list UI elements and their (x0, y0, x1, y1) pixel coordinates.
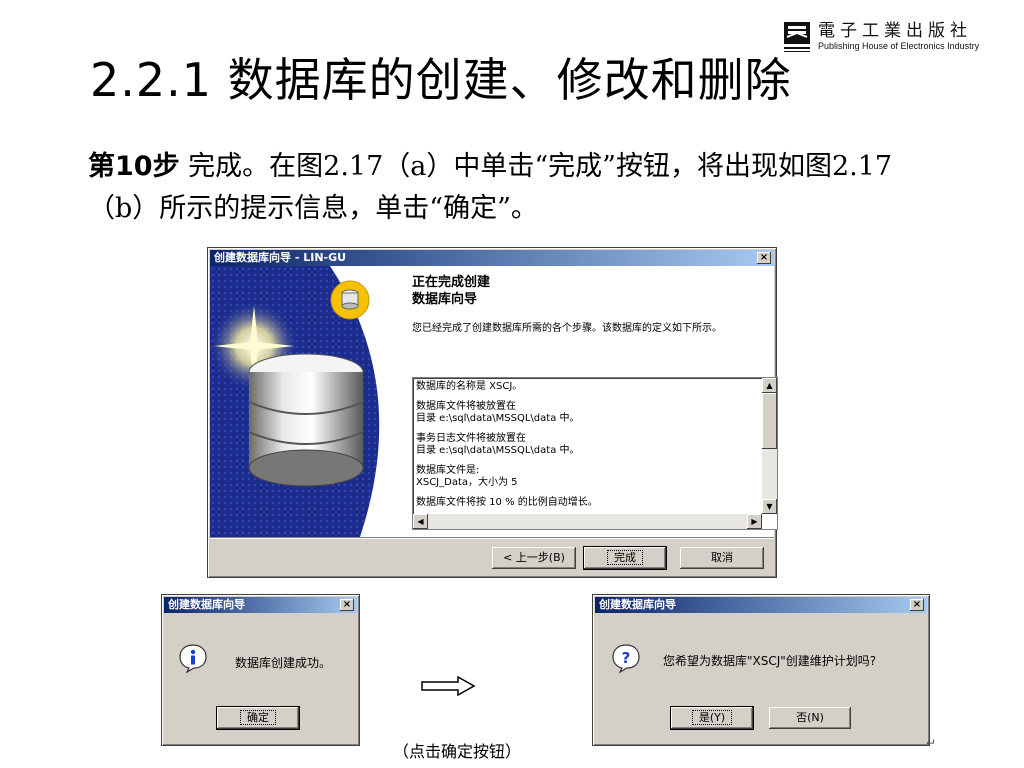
scroll-down-icon[interactable]: ▼ (762, 499, 777, 514)
wizard-graphic-panel (210, 266, 400, 537)
publisher-logo: 電子工業出版社 Publishing House of Electronics … (782, 14, 1014, 60)
wizard-heading-line2: 数据库向导 (412, 292, 478, 307)
ok-button[interactable]: 确定 (216, 706, 300, 730)
wizard-heading-line1: 正在完成创建 (412, 275, 491, 290)
vertical-scrollbar[interactable]: ▲ ▼ (762, 378, 777, 514)
finish-button-label: 完成 (607, 550, 643, 565)
summary-line: 事务日志文件将被放置在 (416, 433, 526, 444)
info-icon (179, 644, 207, 673)
scroll-left-icon[interactable]: ◀ (413, 514, 428, 529)
wizard-footer: < 上一步(B) 完成 取消 (210, 537, 774, 576)
summary-textbox[interactable]: 数据库的名称是 XSCJ。 数据库文件将被放置在 目录 e:\sql\data\… (412, 377, 778, 530)
right-arrow-icon (421, 676, 476, 696)
maintenance-plan-dialog: 创建数据库向导 × ? 您希望为数据库"XSCJ"创建维护计划吗? 是(Y) 否… (592, 594, 930, 746)
question-dialog-title: 创建数据库向导 (599, 598, 676, 611)
summary-line: 数据库文件将按 10 % 的比例自动增长。 (416, 497, 598, 508)
summary-line: 数据库文件将被放置在 (416, 401, 516, 412)
wizard-close-button[interactable]: × (757, 252, 771, 264)
question-dialog-titlebar: 创建数据库向导 × (595, 597, 927, 613)
wizard-title: 创建数据库向导 - LIN-GU (214, 251, 347, 264)
summary-text: 数据库的名称是 XSCJ。 数据库文件将被放置在 目录 e:\sql\data\… (416, 381, 736, 509)
scroll-up-icon[interactable]: ▲ (762, 378, 777, 393)
success-dialog-close-button[interactable]: × (340, 599, 354, 611)
step-text: 完成。在图2.17（a）中单击“完成”按钮，将出现如图2.17（b）所示的提示信… (88, 151, 893, 224)
slide-title: 2.2.1 数据库的创建、修改和删除 (90, 53, 792, 107)
summary-line: 目录 e:\sql\data\MSSQL\data 中。 (416, 445, 580, 456)
database-badge-icon (330, 280, 370, 320)
step-paragraph: 第10步 完成。在图2.17（a）中单击“完成”按钮，将出现如图2.17（b）所… (88, 146, 948, 230)
wizard-content-panel: 正在完成创建 数据库向导 您已经完成了创建数据库所需的各个步骤。该数据库的定义如… (330, 266, 778, 537)
finish-button[interactable]: 完成 (583, 546, 667, 570)
success-dialog: 创建数据库向导 × 数据库创建成功。 确定 (161, 594, 360, 746)
summary-line: 目录 e:\sql\data\MSSQL\data 中。 (416, 413, 580, 424)
summary-line: XSCJ_Data，大小为 5 (416, 477, 518, 488)
summary-line: 数据库的名称是 XSCJ。 (416, 381, 523, 392)
svg-text:?: ? (622, 649, 631, 667)
success-message: 数据库创建成功。 (235, 656, 332, 670)
wizard-titlebar: 创建数据库向导 - LIN-GU × (210, 250, 774, 266)
yes-button[interactable]: 是(Y) (670, 706, 754, 730)
publisher-name-en: Publishing House of Electronics Industry (818, 41, 980, 51)
question-icon: ? (612, 644, 640, 673)
yes-button-label: 是(Y) (691, 710, 733, 725)
question-dialog-close-button[interactable]: × (910, 599, 924, 611)
vertical-scroll-thumb[interactable] (762, 393, 777, 449)
click-ok-caption: （点击确定按钮） (393, 742, 522, 761)
database-cylinder-illustration (210, 266, 400, 537)
horizontal-scrollbar[interactable]: ◀ ▶ (413, 514, 762, 529)
cancel-button[interactable]: 取消 (680, 547, 764, 569)
step-label: 第10步 (88, 151, 180, 182)
wizard-window: 创建数据库向导 - LIN-GU × 正在完成创建 数据库向导 您已经完成了创建… (207, 247, 778, 578)
paragraph-mark-icon: ↵ (926, 736, 937, 750)
wizard-heading: 正在完成创建 数据库向导 (412, 274, 490, 308)
question-message: 您希望为数据库"XSCJ"创建维护计划吗? (663, 654, 877, 668)
success-dialog-titlebar: 创建数据库向导 × (164, 597, 357, 613)
back-button[interactable]: < 上一步(B) (492, 547, 576, 569)
publisher-name-cn: 電子工業出版社 (818, 21, 972, 41)
wizard-description: 您已经完成了创建数据库所需的各个步骤。该数据库的定义如下所示。 (412, 323, 722, 334)
ok-button-label: 确定 (240, 710, 276, 725)
summary-line: 数据库文件是: (416, 465, 480, 476)
success-dialog-title: 创建数据库向导 (168, 598, 245, 611)
no-button[interactable]: 否(N) (769, 707, 851, 729)
scroll-right-icon[interactable]: ▶ (747, 514, 762, 529)
